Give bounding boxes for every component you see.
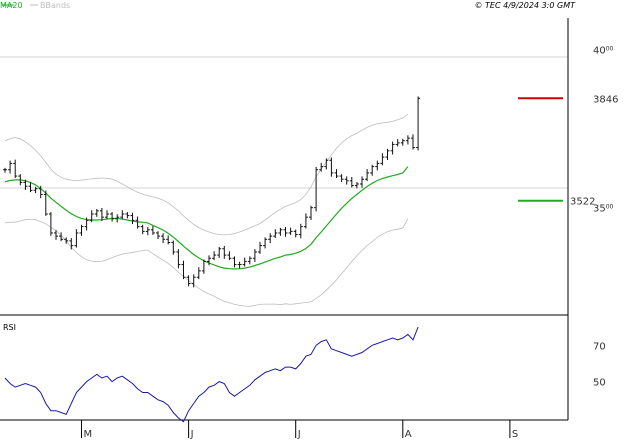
price-bar (334, 169, 339, 178)
price-bar (242, 257, 247, 267)
ma20-line (4, 166, 409, 270)
price-bar (3, 167, 7, 173)
price-bar (247, 256, 252, 265)
y-tick-label-3500: 3500 (593, 204, 614, 215)
rsi-title: RSI (3, 323, 16, 332)
price-bar (329, 157, 334, 177)
price-bar (140, 224, 145, 235)
price-bar (303, 213, 308, 229)
price-bar (201, 259, 206, 274)
ma20-legend-label: MA20 (0, 1, 23, 10)
resistance-level-label: 3846 (593, 94, 618, 105)
x-tick-label: J (190, 429, 194, 440)
price-bar (268, 233, 273, 244)
price-bar (217, 246, 222, 258)
price-bar (390, 141, 395, 155)
price-bar (79, 224, 84, 236)
rsi-tick-label-70: 70 (593, 341, 606, 352)
rsi-panel: 70 50 (4, 326, 606, 423)
price-bar (130, 212, 135, 225)
x-axis-ticks: MJJAS (81, 420, 518, 440)
price-bar (400, 138, 405, 146)
price-bar (375, 160, 380, 171)
rsi-tick-label-50: 50 (593, 378, 606, 389)
price-bar (8, 160, 13, 174)
price-bar (171, 240, 176, 255)
x-tick-label: M (84, 429, 93, 440)
price-bar (380, 153, 385, 166)
x-tick-label: A (405, 429, 412, 440)
rsi-line (4, 326, 419, 423)
support-level-label: 3522 (570, 197, 595, 208)
price-bar (365, 169, 370, 182)
price-bar (186, 275, 191, 287)
bbands-legend-label: BBands (40, 1, 70, 10)
price-bar (156, 231, 160, 239)
price-bar (339, 174, 344, 183)
price-bar (314, 166, 319, 212)
price-bar (166, 235, 171, 245)
price-bar (263, 237, 268, 249)
price-bar (344, 176, 349, 185)
price-bar (385, 148, 390, 160)
x-tick-label: J (297, 429, 301, 440)
price-bar (416, 96, 421, 151)
price-bar (212, 251, 217, 261)
price-bar (395, 139, 400, 147)
price-bar (125, 212, 130, 219)
x-tick-label: S (512, 429, 518, 440)
price-bar (161, 233, 166, 244)
copyright-timestamp: © TEC 4/9/2024 3:0 GMT (475, 1, 577, 10)
price-bar (150, 226, 155, 235)
y-tick-label-4000: 4000 (593, 46, 614, 57)
price-bar (176, 249, 181, 269)
price-bar (283, 226, 288, 237)
price-bar (69, 238, 74, 250)
price-bar (354, 182, 359, 189)
price-bar (48, 212, 53, 236)
price-bar (360, 176, 364, 188)
price-bar (222, 245, 227, 259)
price-bar (370, 164, 375, 176)
price-chart: 4000 3500 70 50 M J J A S 3846 3522 MA20 BBand… (0, 0, 627, 440)
price-bar (74, 229, 79, 248)
price-bar (105, 210, 109, 220)
price-bar (237, 261, 242, 269)
price-bar (293, 229, 298, 238)
price-panel: 4000 3500 (3, 46, 614, 307)
price-bar (232, 256, 237, 268)
price-bar (252, 249, 257, 263)
price-bar (120, 210, 125, 220)
price-bar (28, 182, 33, 193)
price-bar (349, 177, 354, 188)
price-bar (181, 260, 186, 280)
price-bar (13, 159, 18, 178)
price-bar (145, 226, 150, 236)
price-bar (411, 134, 415, 150)
price-bar (298, 223, 303, 239)
price-bar (309, 205, 313, 221)
price-bar (288, 227, 293, 235)
price-bar (405, 135, 410, 145)
price-bar (196, 267, 201, 280)
price-bar (258, 241, 262, 254)
price-bar (227, 251, 232, 261)
price-bar (94, 208, 99, 217)
chart-canvas: 4000 3500 70 50 M J J A S 3846 3522 MA20 BBand… (0, 1, 618, 440)
price-bar (273, 229, 278, 239)
price-bar (278, 227, 283, 236)
price-bar (110, 212, 115, 222)
bband-line-1 (4, 114, 409, 236)
